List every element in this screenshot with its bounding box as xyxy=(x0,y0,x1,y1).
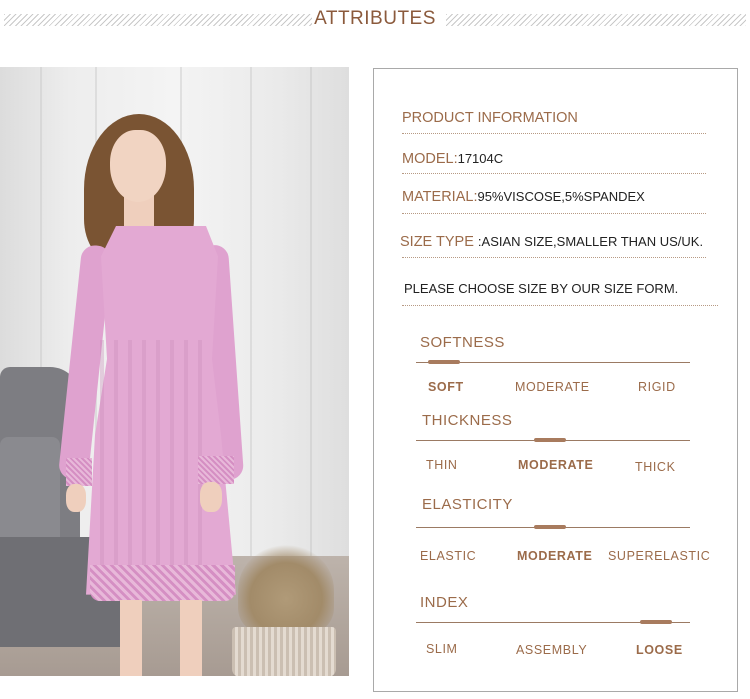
size-type-line: SIZE TYPE :ASIAN SIZE,SMALLER THAN US/UK… xyxy=(400,234,703,250)
elasticity-option-superelastic: SUPERELASTIC xyxy=(608,549,711,563)
thickness-title: THICKNESS xyxy=(422,412,513,429)
material-value: 95%VISCOSE,5%SPANDEX xyxy=(477,189,645,204)
material-line: MATERIAL:95%VISCOSE,5%SPANDEX xyxy=(402,189,645,205)
size-note: PLEASE CHOOSE SIZE BY OUR SIZE FORM. xyxy=(404,281,679,296)
product-info-panel: PRODUCT INFORMATION MODEL:17104C MATERIA… xyxy=(373,68,738,692)
model-hand-right xyxy=(200,482,222,512)
size-type-label: SIZE TYPE xyxy=(400,234,474,250)
softness-option-rigid: RIGID xyxy=(638,380,676,394)
elasticity-title: ELASTICITY xyxy=(422,496,513,513)
header-hatch-right xyxy=(446,14,746,26)
model-value: 17104C xyxy=(457,151,504,166)
lace-cuff-right xyxy=(198,456,234,484)
index-option-loose: LOOSE xyxy=(636,643,683,657)
basket xyxy=(232,627,336,676)
model-face xyxy=(110,130,166,202)
softness-title: SOFTNESS xyxy=(420,334,505,351)
softness-option-soft: SOFT xyxy=(428,380,464,394)
elasticity-indicator xyxy=(534,525,566,529)
thickness-indicator xyxy=(534,438,566,442)
model-label: MODEL: xyxy=(402,151,458,167)
model-line: MODEL:17104C xyxy=(402,151,503,167)
model-hand-left xyxy=(66,484,86,512)
size-type-value: :ASIAN SIZE,SMALLER THAN US/UK. xyxy=(477,234,704,249)
divider xyxy=(402,257,706,258)
product-information-heading: PRODUCT INFORMATION xyxy=(402,110,578,126)
dress-pleats xyxy=(100,340,210,580)
thickness-option-thick: THICK xyxy=(635,460,676,474)
model-leg-left xyxy=(120,600,142,676)
softness-option-moderate: MODERATE xyxy=(515,380,590,394)
index-option-assembly: ASSEMBLY xyxy=(516,643,588,657)
divider xyxy=(402,173,706,174)
thickness-option-moderate: MODERATE xyxy=(518,458,594,472)
material-label: MATERIAL: xyxy=(402,189,478,205)
index-option-slim: SLIM xyxy=(426,642,458,656)
lace-cuff-left xyxy=(66,458,92,486)
softness-indicator xyxy=(428,360,460,364)
dress-lace-hem xyxy=(90,565,235,601)
divider xyxy=(402,213,706,214)
elasticity-option-moderate: MODERATE xyxy=(517,549,593,563)
elasticity-option-elastic: ELASTIC xyxy=(420,549,477,563)
index-indicator xyxy=(640,620,672,624)
divider xyxy=(402,133,706,134)
index-title: INDEX xyxy=(420,594,469,611)
model-leg-right xyxy=(180,600,202,676)
divider xyxy=(402,305,718,306)
thickness-option-thin: THIN xyxy=(426,458,458,472)
dried-plant xyxy=(238,545,334,635)
